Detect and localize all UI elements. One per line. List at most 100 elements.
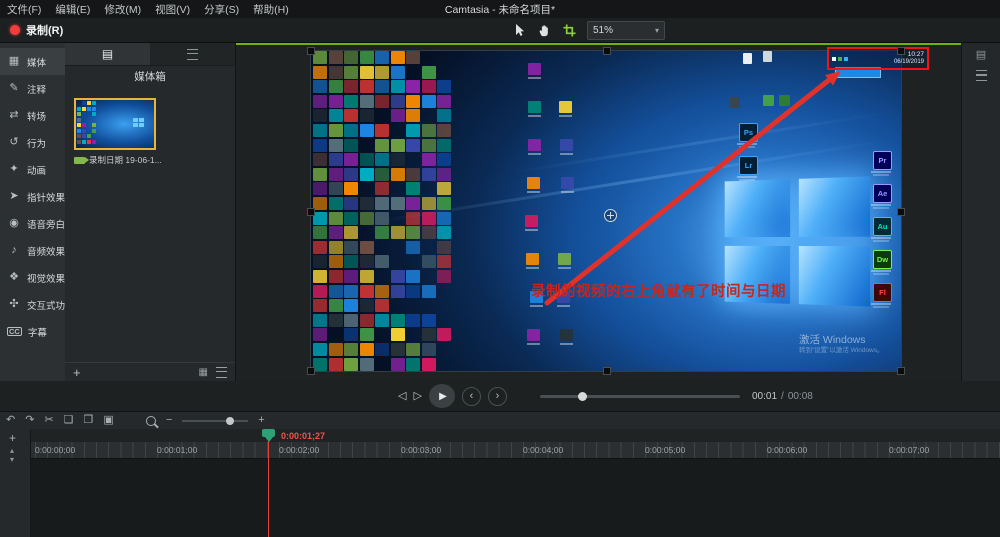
- desktop-icon-image: [561, 177, 574, 189]
- text-annotation[interactable]: 录制的视频的右上角就有了时间与日期: [531, 280, 871, 301]
- sidebar-item-annotations[interactable]: ✎注释: [0, 75, 65, 102]
- play-button[interactable]: ▶: [429, 384, 455, 408]
- playback-progress-thumb[interactable]: [578, 392, 587, 401]
- play-icon: ▶: [439, 391, 447, 402]
- grid-view-button[interactable]: ▦: [199, 367, 208, 378]
- sidebar-item-voice-narration[interactable]: ◉语音旁白: [0, 210, 65, 237]
- time-display: 00:01 / 00:08: [752, 381, 813, 411]
- thumb-icon: [77, 129, 81, 133]
- sidebar-item-cursor-effects[interactable]: ➤指针效果: [0, 183, 65, 210]
- timeline-zoom-thumb[interactable]: [226, 417, 234, 425]
- track-area[interactable]: [30, 458, 1000, 537]
- center-handle[interactable]: [604, 209, 617, 222]
- magnifier-icon[interactable]: [146, 416, 156, 426]
- marker-button[interactable]: ▣: [103, 415, 113, 426]
- menu-item[interactable]: 分享(S): [197, 2, 246, 17]
- copy-button[interactable]: ❏: [64, 415, 74, 426]
- canvas-video[interactable]: PsLr PrAeAuDwFl 激活 Windows 转到“设置”以激活 Win…: [311, 51, 901, 371]
- desktop-icon-label: [559, 115, 572, 117]
- time-separator: /: [781, 391, 784, 402]
- properties-panel-icon[interactable]: ▤: [976, 48, 986, 61]
- sidebar-item-animations[interactable]: ✦动画: [0, 156, 65, 183]
- track-up-button[interactable]: ▴: [10, 446, 14, 455]
- desktop-icon-image: [560, 329, 573, 341]
- desktop-icon-image: [559, 101, 572, 113]
- playback-progress-slider[interactable]: [540, 395, 740, 398]
- sidebar-item-audio-effects[interactable]: ♪音频效果: [0, 237, 65, 264]
- tools-sidebar: ▦媒体✎注释⇄转场↺行为✦动画➤指针效果◉语音旁白♪音频效果❖视觉效果✣交互式功…: [0, 43, 65, 381]
- menu-item[interactable]: 编辑(E): [48, 2, 97, 17]
- sidebar-item-label: 指针效果: [27, 190, 65, 204]
- desktop-icon-label: [871, 204, 891, 206]
- resize-handle[interactable]: [897, 208, 905, 216]
- menu-item[interactable]: 视图(V): [148, 2, 197, 17]
- media-item[interactable]: 录制日期 19-06-1...: [74, 98, 174, 166]
- resize-handle[interactable]: [603, 47, 611, 55]
- resize-handle[interactable]: [307, 367, 315, 375]
- desktop-icon: [560, 329, 574, 345]
- menu-item[interactable]: 文件(F): [0, 2, 48, 17]
- redo-button[interactable]: ↷: [25, 415, 34, 426]
- taskbar-tray-icons: [832, 57, 848, 61]
- tab-library[interactable]: [150, 43, 235, 65]
- windows-activation-watermark: 激活 Windows 转到“设置”以激活 Windows。: [799, 333, 884, 356]
- timeline-zoom-slider[interactable]: [182, 420, 248, 422]
- desktop-icon-image: [527, 177, 540, 189]
- sidebar-item-media[interactable]: ▦媒体: [0, 48, 65, 75]
- playhead-row[interactable]: [30, 429, 1000, 442]
- thumb-icon: [82, 107, 86, 111]
- menu-item[interactable]: 帮助(H): [246, 2, 296, 17]
- sidebar-item-visual-effects[interactable]: ❖视觉效果: [0, 264, 65, 291]
- sidebar-item-behaviors[interactable]: ↺行为: [0, 129, 65, 156]
- desktop-icon-label: [528, 153, 541, 155]
- clock-highlight-rect[interactable]: 10:27 06/19/2019: [827, 47, 929, 70]
- sidebar-item-captions[interactable]: CC字幕: [0, 318, 65, 345]
- resize-handle[interactable]: [307, 208, 315, 216]
- desktop-icon: [560, 139, 574, 155]
- sidebar-item-transitions[interactable]: ⇄转场: [0, 102, 65, 129]
- panel-list-icon[interactable]: [976, 70, 987, 81]
- thumb-icon: [82, 134, 86, 138]
- desktop-icon-image: [527, 329, 540, 341]
- adobe-ae-icon: Ae: [873, 184, 892, 203]
- desktop-icon-label: [528, 115, 541, 117]
- next-frame-button[interactable]: ▷: [413, 391, 421, 402]
- resize-handle[interactable]: [603, 367, 611, 375]
- jump-forward-button[interactable]: ›: [488, 387, 507, 406]
- select-tool-button[interactable]: [512, 23, 526, 37]
- desktop-icon: [528, 101, 542, 117]
- zoom-out-button[interactable]: −: [166, 415, 172, 426]
- ruler-timestamp: 0:00:04;00: [523, 445, 563, 455]
- desktop-icon-label: [561, 191, 574, 193]
- add-media-button[interactable]: +: [73, 366, 81, 379]
- jump-back-button[interactable]: ‹: [462, 387, 481, 406]
- media-bin-content[interactable]: 录制日期 19-06-1...: [65, 86, 235, 362]
- media-bin-title: 媒体箱: [65, 66, 235, 86]
- timeline-ruler[interactable]: 0:00:00;000:00:01;000:00:02;000:00:03;00…: [30, 442, 1000, 458]
- desktop-icon-image: [558, 253, 571, 265]
- menu-item[interactable]: 修改(M): [97, 2, 148, 17]
- zoom-in-button[interactable]: +: [258, 415, 264, 426]
- sidebar-item-interactivity[interactable]: ✣交互式功能: [0, 291, 65, 318]
- crop-tool-button[interactable]: [562, 23, 576, 37]
- canvas[interactable]: PsLr PrAeAuDwFl 激活 Windows 转到“设置”以激活 Win…: [236, 43, 961, 381]
- add-track-button[interactable]: +: [9, 431, 16, 445]
- tab-media-bin[interactable]: ▤: [65, 43, 150, 65]
- resize-handle[interactable]: [897, 367, 905, 375]
- record-button[interactable]: 录制(R): [0, 18, 73, 42]
- desktop-icon-label: [871, 237, 891, 239]
- split-button[interactable]: ✂: [44, 415, 53, 426]
- prev-frame-button[interactable]: ◁: [398, 391, 406, 402]
- desktop-icon: [528, 139, 542, 155]
- canvas-zoom-select[interactable]: 51% ▾: [587, 21, 665, 40]
- track-down-button[interactable]: ▾: [10, 455, 14, 464]
- undo-button[interactable]: ↶: [6, 415, 15, 426]
- pan-tool-button[interactable]: [537, 23, 551, 37]
- resize-handle[interactable]: [307, 47, 315, 55]
- list-view-button[interactable]: [216, 367, 227, 378]
- resize-handle[interactable]: [897, 47, 905, 55]
- paste-button[interactable]: ❐: [84, 415, 94, 426]
- playhead-handle[interactable]: [262, 429, 275, 437]
- thumbnail-icons: [76, 100, 154, 148]
- media-thumbnail[interactable]: [74, 98, 156, 150]
